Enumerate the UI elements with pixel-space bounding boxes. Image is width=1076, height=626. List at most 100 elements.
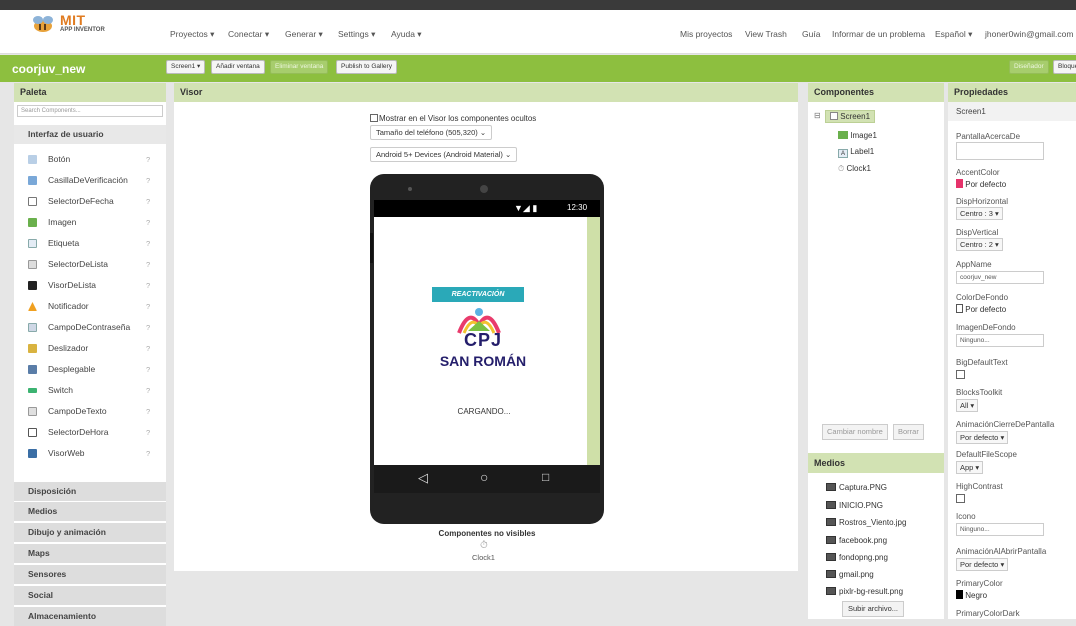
help-icon[interactable]: ? — [146, 359, 150, 380]
help-icon[interactable]: ? — [146, 275, 150, 296]
media-file[interactable]: gmail.png — [826, 570, 874, 579]
my-projects-link[interactable]: Mis proyectos — [680, 29, 732, 39]
help-icon[interactable]: ? — [146, 443, 150, 464]
prop-close-anim-label: AnimaciónCierreDePantalla — [956, 420, 1055, 429]
prop-halign-select[interactable]: Centro : 3 ▾ — [956, 207, 1003, 220]
designer-button[interactable]: Diseñador — [1009, 60, 1049, 74]
help-icon[interactable]: ? — [146, 338, 150, 359]
rename-button[interactable]: Cambiar nombre — [822, 424, 888, 440]
media-file[interactable]: Captura.PNG — [826, 483, 887, 492]
media-file[interactable]: pixlr-bg-result.png — [826, 587, 903, 596]
show-hidden-checkbox[interactable]: Mostrar en el Visor los componentes ocul… — [370, 114, 536, 123]
category-sensors[interactable]: Sensores — [14, 565, 166, 584]
phone-size-select[interactable]: Tamaño del teléfono (505,320) ⌄ — [370, 125, 493, 140]
tree-node-label1[interactable]: A Label1 — [838, 147, 874, 158]
media-file[interactable]: INICIO.PNG — [826, 501, 883, 510]
recents-nav-icon[interactable]: □ — [542, 470, 549, 484]
help-icon[interactable]: ? — [146, 317, 150, 338]
palette-item-textbox[interactable]: CampoDeTexto? — [14, 401, 166, 422]
palette-item-label[interactable]: Etiqueta? — [14, 233, 166, 254]
menu-help[interactable]: Ayuda ▾ — [391, 29, 422, 40]
menu-build[interactable]: Generar ▾ — [285, 29, 323, 40]
prop-bigtext-checkbox[interactable] — [956, 370, 965, 379]
category-maps[interactable]: Maps — [14, 544, 166, 563]
report-problem-link[interactable]: Informar de un problema — [832, 29, 925, 39]
palette-item-spinner[interactable]: Desplegable? — [14, 359, 166, 380]
collapse-toggle-icon[interactable]: ⊟ — [814, 111, 821, 120]
category-storage[interactable]: Almacenamiento — [14, 607, 166, 626]
app-inventor-logo[interactable]: MIT APP INVENTOR — [30, 12, 130, 38]
palette-item-listpicker[interactable]: SelectorDeLista? — [14, 254, 166, 275]
prop-bgcolor-value[interactable]: Por defecto — [956, 304, 1006, 314]
account-menu[interactable]: jhoner0win@gmail.com — [985, 29, 1073, 39]
checkbox-box[interactable] — [370, 114, 378, 122]
prop-contrast-checkbox[interactable] — [956, 494, 965, 503]
prop-filescope-select[interactable]: App ▾ — [956, 461, 984, 474]
help-icon[interactable]: ? — [146, 170, 150, 191]
category-user-interface[interactable]: Interfaz de usuario — [14, 125, 166, 144]
palette-item-webviewer[interactable]: VisorWeb? — [14, 443, 166, 464]
palette-item-listview[interactable]: VisorDeLista? — [14, 275, 166, 296]
help-icon[interactable]: ? — [146, 212, 150, 233]
palette-item-slider[interactable]: Deslizador? — [14, 338, 166, 359]
help-icon[interactable]: ? — [146, 380, 150, 401]
screen-selector-button[interactable]: Screen1 ▾ — [166, 60, 206, 74]
palette-item-button[interactable]: Botón? — [14, 149, 166, 170]
signal-battery-icon: ▼◢ ▮ — [514, 203, 538, 213]
back-nav-icon[interactable]: ◁ — [418, 470, 428, 486]
home-nav-icon[interactable]: ○ — [480, 469, 488, 485]
delete-button[interactable]: Borrar — [893, 424, 924, 440]
help-icon[interactable]: ? — [146, 401, 150, 422]
view-trash-link[interactable]: View Trash — [745, 29, 787, 39]
palette-item-switch[interactable]: Switch? — [14, 380, 166, 401]
prop-bgimage-input[interactable]: Ninguno... — [956, 334, 1044, 347]
upload-file-button[interactable]: Subir archivo... — [842, 601, 905, 617]
palette-item-image[interactable]: Imagen? — [14, 212, 166, 233]
prop-valign-select[interactable]: Centro : 2 ▾ — [956, 238, 1003, 251]
category-drawing[interactable]: Dibujo y animación — [14, 523, 166, 542]
menu-settings[interactable]: Settings ▾ — [338, 29, 375, 40]
publish-gallery-button[interactable]: Publish to Gallery — [336, 60, 397, 74]
tree-node-image1[interactable]: Image1 — [838, 131, 877, 140]
help-icon[interactable]: ? — [146, 149, 150, 170]
phone-side-button — [370, 233, 373, 263]
tree-node-clock1[interactable]: ⏱ Clock1 — [838, 164, 871, 174]
palette-item-passwordtextbox[interactable]: CampoDeContraseña? — [14, 317, 166, 338]
media-file[interactable]: Rostros_Viento.jpg — [826, 518, 906, 527]
help-icon[interactable]: ? — [146, 296, 150, 317]
prop-accent-value[interactable]: Por defecto — [956, 179, 1006, 189]
prop-icon-input[interactable]: Ninguno... — [956, 523, 1044, 536]
theme-select[interactable]: Android 5+ Devices (Android Material) ⌄ — [370, 147, 518, 162]
logo-cpj-text: CPJ — [463, 330, 502, 350]
palette-item-checkbox[interactable]: CasillaDeVerificación? — [14, 170, 166, 191]
palette-item-timepicker[interactable]: SelectorDeHora? — [14, 422, 166, 443]
menu-connect[interactable]: Conectar ▾ — [228, 29, 269, 40]
prop-about-textarea[interactable] — [956, 142, 1044, 160]
help-icon[interactable]: ? — [146, 254, 150, 275]
category-layout[interactable]: Disposición — [14, 482, 166, 501]
nonvisible-clock-label[interactable]: Clock1 — [472, 553, 495, 562]
palette-search-input[interactable]: Search Components... — [17, 105, 163, 117]
tree-node-screen1[interactable]: Screen1 — [825, 110, 876, 123]
help-icon[interactable]: ? — [146, 191, 150, 212]
media-file[interactable]: fondopng.png — [826, 553, 888, 562]
language-menu[interactable]: Español ▾ — [935, 29, 972, 40]
menu-projects[interactable]: Proyectos ▾ — [170, 29, 214, 40]
prop-appname-input[interactable]: coorjuv_new — [956, 271, 1044, 284]
add-screen-button[interactable]: Añadir ventana — [211, 60, 265, 74]
palette-item-datepicker[interactable]: SelectorDeFecha? — [14, 191, 166, 212]
prop-halign-label: DispHorizontal — [956, 197, 1009, 206]
category-media[interactable]: Medios — [14, 502, 166, 521]
blocks-button[interactable]: Bloques — [1053, 60, 1076, 74]
help-icon[interactable]: ? — [146, 422, 150, 443]
remove-screen-button[interactable]: Eliminar ventana — [270, 60, 329, 74]
prop-primary-value[interactable]: Negro — [956, 590, 987, 600]
help-icon[interactable]: ? — [146, 233, 150, 254]
prop-open-anim-select[interactable]: Por defecto ▾ — [956, 558, 1009, 571]
palette-item-notifier[interactable]: Notificador? — [14, 296, 166, 317]
category-social[interactable]: Social — [14, 586, 166, 605]
prop-toolkit-select[interactable]: All ▾ — [956, 399, 979, 412]
guide-link[interactable]: Guía — [802, 29, 820, 39]
media-file[interactable]: facebook.png — [826, 536, 887, 545]
prop-close-anim-select[interactable]: Por defecto ▾ — [956, 431, 1009, 444]
